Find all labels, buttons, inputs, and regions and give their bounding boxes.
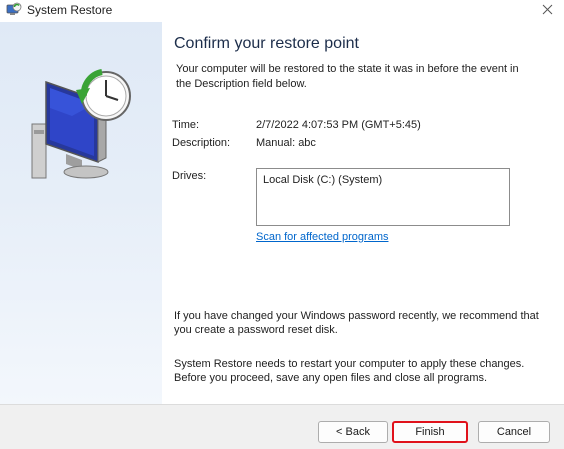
scan-affected-programs-link[interactable]: Scan for affected programs [256, 231, 388, 243]
drives-label: Drives: [172, 170, 207, 182]
title-bar: System Restore [0, 0, 564, 22]
close-icon [542, 4, 552, 15]
list-item[interactable]: Local Disk (C:) (System) [263, 174, 382, 186]
close-button[interactable] [530, 0, 564, 20]
time-value: 2/7/2022 4:07:53 PM (GMT+5:45) [256, 119, 421, 131]
drives-list[interactable]: Local Disk (C:) (System) [256, 168, 510, 226]
system-restore-illustration [31, 69, 131, 179]
intro-text: Your computer will be restored to the st… [176, 63, 519, 90]
description-label: Description: [172, 137, 231, 149]
restart-note: System Restore needs to restart your com… [174, 358, 525, 384]
finish-button[interactable]: Finish [392, 421, 468, 443]
description-value: Manual: abc [256, 137, 316, 149]
system-restore-icon [6, 2, 22, 18]
window-title: System Restore [27, 3, 113, 17]
password-note: If you have changed your Windows passwor… [174, 310, 539, 336]
sidebar-panel [0, 22, 163, 404]
back-button[interactable]: < Back [318, 421, 388, 443]
main-content: Confirm your restore point Your computer… [162, 22, 564, 404]
time-label: Time: [172, 119, 200, 131]
cancel-button[interactable]: Cancel [478, 421, 550, 443]
page-title: Confirm your restore point [174, 35, 359, 52]
button-bar: < Back Finish Cancel [0, 404, 564, 449]
